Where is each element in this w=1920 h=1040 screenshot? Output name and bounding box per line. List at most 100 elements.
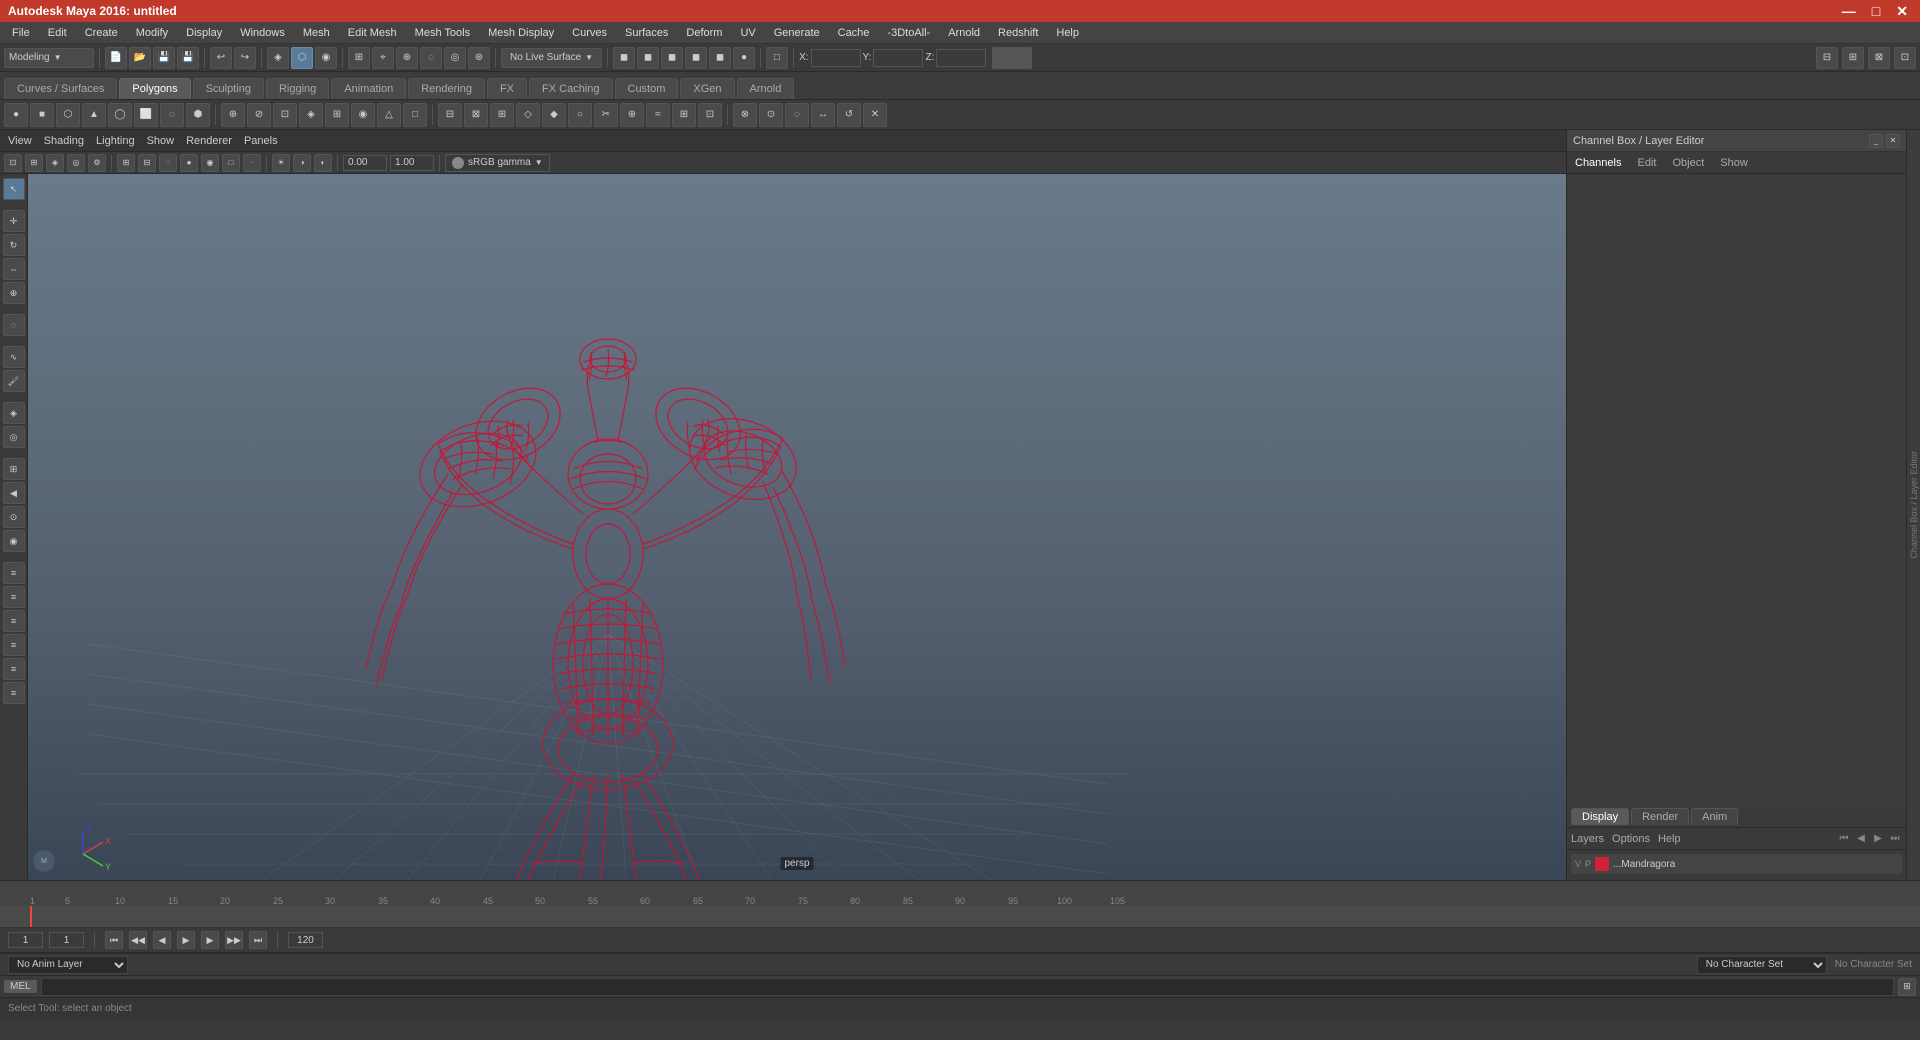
right-panel-close[interactable]: ✕ xyxy=(1886,134,1900,148)
quadrangulate-btn[interactable]: □ xyxy=(403,103,427,127)
merge-btn[interactable]: ⊗ xyxy=(733,103,757,127)
menu-uv[interactable]: UV xyxy=(732,25,763,41)
wireframe-btn[interactable]: ◌ xyxy=(159,154,177,172)
go-to-end-btn[interactable]: ⏭ xyxy=(249,931,267,949)
soft-select-btn[interactable]: ◌ xyxy=(3,314,25,336)
menu-surfaces[interactable]: Surfaces xyxy=(617,25,676,41)
menu-mesh[interactable]: Mesh xyxy=(295,25,338,41)
z-input[interactable] xyxy=(936,49,986,67)
poly-cylinder-btn[interactable]: ⬡ xyxy=(56,103,80,127)
anim-tab[interactable]: Anim xyxy=(1691,808,1738,825)
shade-wireframe-btn[interactable]: ◉ xyxy=(201,154,219,172)
view-menu-panels[interactable]: Panels xyxy=(244,135,278,147)
tab-fx-caching[interactable]: FX Caching xyxy=(529,78,612,99)
tab-animation[interactable]: Animation xyxy=(331,78,406,99)
layout-btn-4[interactable]: ⊡ xyxy=(1894,47,1916,69)
tab-curves-surfaces[interactable]: Curves / Surfaces xyxy=(4,78,117,99)
wedge-btn[interactable]: ◆ xyxy=(542,103,566,127)
boolean-btn[interactable]: ⊞ xyxy=(325,103,349,127)
layers-menu[interactable]: Layers xyxy=(1571,833,1604,845)
spin-edge-btn[interactable]: ↺ xyxy=(837,103,861,127)
command-input[interactable] xyxy=(41,978,1894,996)
move-tool-btn[interactable]: ✛ xyxy=(3,210,25,232)
open-file-btn[interactable]: 📂 xyxy=(129,47,151,69)
menu-arnold[interactable]: Arnold xyxy=(940,25,988,41)
apply-coord-btn[interactable] xyxy=(992,47,1032,69)
circularize-btn[interactable]: ○ xyxy=(568,103,592,127)
close-button[interactable]: ✕ xyxy=(1892,3,1912,20)
show-tab[interactable]: Show xyxy=(1716,155,1752,171)
tab-rendering[interactable]: Rendering xyxy=(408,78,485,99)
tab-sculpting[interactable]: Sculpting xyxy=(193,78,264,99)
hypershade-btn[interactable]: □ xyxy=(766,47,788,69)
toolbar-extra-2[interactable]: ≡ xyxy=(3,586,25,608)
menu-mesh-display[interactable]: Mesh Display xyxy=(480,25,562,41)
collapse-btn[interactable]: ◌ xyxy=(785,103,809,127)
toolbar-extra-5[interactable]: ≡ xyxy=(3,658,25,680)
layer-transport-2[interactable]: ◀ xyxy=(1854,832,1868,846)
layout-btn-1[interactable]: ⊟ xyxy=(1816,47,1838,69)
rotate-tool-btn[interactable]: ↻ xyxy=(3,234,25,256)
poly-cube-btn[interactable]: ■ xyxy=(30,103,54,127)
multi-cut-btn[interactable]: ✂ xyxy=(594,103,618,127)
toolbar-extra-6[interactable]: ≡ xyxy=(3,682,25,704)
merge-to-center-btn[interactable]: ⊙ xyxy=(759,103,783,127)
redo-btn[interactable]: ↪ xyxy=(234,47,256,69)
xray-btn[interactable]: ⊙ xyxy=(3,506,25,528)
menu-3dto-all[interactable]: -3DtoAll- xyxy=(879,25,938,41)
menu-display[interactable]: Display xyxy=(178,25,230,41)
menu-redshift[interactable]: Redshift xyxy=(990,25,1046,41)
bridge-btn[interactable]: ⊠ xyxy=(464,103,488,127)
character-set-select[interactable]: No Character Set xyxy=(1697,956,1827,974)
poly-sphere-btn[interactable]: ● xyxy=(4,103,28,127)
render-seq-btn[interactable]: ◼ xyxy=(637,47,659,69)
layer-transport-4[interactable]: ⏭ xyxy=(1888,832,1902,846)
view-menu-show[interactable]: Show xyxy=(147,135,175,147)
edit-tab[interactable]: Edit xyxy=(1633,155,1660,171)
tab-polygons[interactable]: Polygons xyxy=(119,78,190,99)
ipr-btn[interactable]: ◼ xyxy=(685,47,707,69)
new-file-btn[interactable]: 📄 xyxy=(105,47,127,69)
poly-disc-btn[interactable]: ◌ xyxy=(160,103,184,127)
view-menu-renderer[interactable]: Renderer xyxy=(186,135,232,147)
save-as-btn[interactable]: 💾 xyxy=(177,47,199,69)
options-menu[interactable]: Options xyxy=(1612,833,1650,845)
menu-deform[interactable]: Deform xyxy=(678,25,730,41)
view-menu-shading[interactable]: Shading xyxy=(44,135,84,147)
select-tool-btn[interactable]: ↖ xyxy=(3,178,25,200)
isolate-btn[interactable]: ◉ xyxy=(3,530,25,552)
menu-cache[interactable]: Cache xyxy=(830,25,878,41)
render-globals-btn[interactable]: ● xyxy=(733,47,755,69)
poke-btn[interactable]: ◇ xyxy=(516,103,540,127)
tab-arnold[interactable]: Arnold xyxy=(737,78,795,99)
minimize-button[interactable]: — xyxy=(1838,3,1860,20)
right-panel-minimize[interactable]: _ xyxy=(1869,134,1883,148)
menu-help[interactable]: Help xyxy=(1048,25,1087,41)
value-field-1[interactable] xyxy=(343,155,387,171)
shadow-btn[interactable]: ◑ xyxy=(293,154,311,172)
gamma-display[interactable]: sRGB gamma ▼ xyxy=(445,154,550,172)
display-tab[interactable]: Display xyxy=(1571,808,1629,825)
frame-selected-btn[interactable]: ◈ xyxy=(46,154,64,172)
no-live-surface-btn[interactable]: No Live Surface ▼ xyxy=(501,48,602,68)
script-editor-btn[interactable]: ⊞ xyxy=(1898,978,1916,996)
render-tab[interactable]: Render xyxy=(1631,808,1689,825)
render-opts-btn[interactable]: ◼ xyxy=(661,47,683,69)
separate-btn[interactable]: ⊘ xyxy=(247,103,271,127)
3d-viewport[interactable]: X Y Z persp M xyxy=(28,174,1566,880)
layer-transport-1[interactable]: ⏮ xyxy=(1837,832,1851,846)
delete-edge-btn[interactable]: ✕ xyxy=(863,103,887,127)
show-render-btn[interactable]: ◼ xyxy=(709,47,731,69)
extrude-btn[interactable]: ⊟ xyxy=(438,103,462,127)
next-frame-btn[interactable]: ▶ xyxy=(201,931,219,949)
insert-loop-btn[interactable]: ⊞ xyxy=(672,103,696,127)
end-playback-input[interactable] xyxy=(288,932,323,948)
append-btn[interactable]: ⊞ xyxy=(490,103,514,127)
camera-fit-btn[interactable]: ⊡ xyxy=(4,154,22,172)
layout-btn-3[interactable]: ⊠ xyxy=(1868,47,1890,69)
universal-manip-btn[interactable]: ⊕ xyxy=(3,282,25,304)
object-tab[interactable]: Object xyxy=(1668,155,1708,171)
ao-btn[interactable]: ◐ xyxy=(314,154,332,172)
x-input[interactable] xyxy=(811,49,861,67)
tab-custom[interactable]: Custom xyxy=(615,78,679,99)
